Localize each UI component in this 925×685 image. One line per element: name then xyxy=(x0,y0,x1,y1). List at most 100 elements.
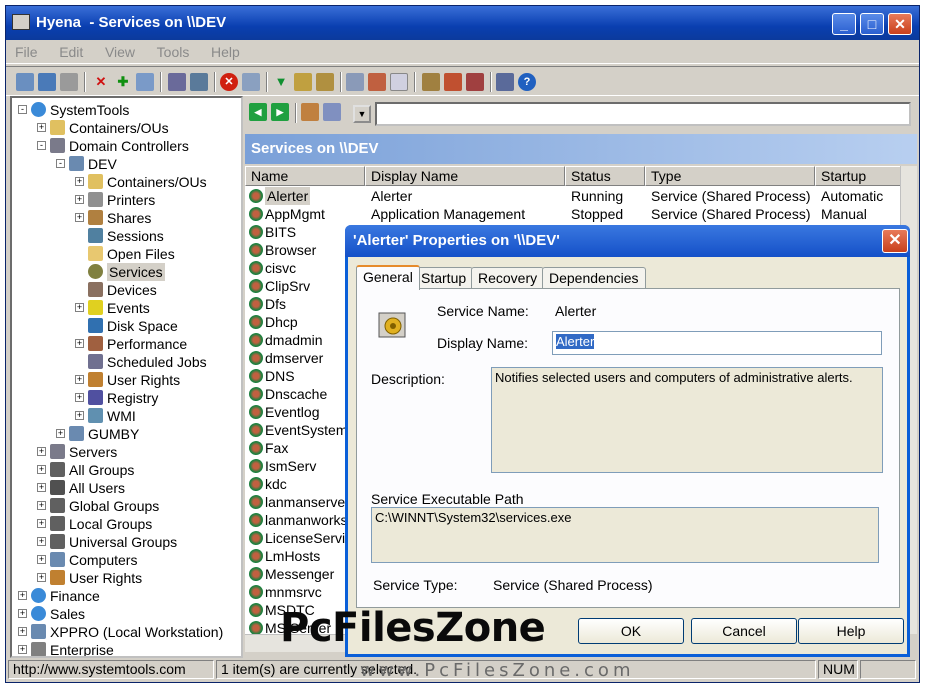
column-name[interactable]: Name xyxy=(245,166,365,186)
exe-path-field[interactable]: C:\WINNT\System32\services.exe xyxy=(371,507,879,563)
tree-node-label: Sessions xyxy=(107,228,164,244)
expand-icon[interactable]: + xyxy=(56,429,65,438)
collapse-icon[interactable]: - xyxy=(18,105,27,114)
menu-help[interactable]: Help xyxy=(202,40,249,64)
table-row[interactable]: AppMgmt Application Management Stopped Serv… xyxy=(245,205,895,223)
expand-icon[interactable]: + xyxy=(18,645,27,654)
display-name-field[interactable]: Alerter xyxy=(552,331,882,355)
import-icon[interactable] xyxy=(444,73,462,91)
tree-node-label: Containers/OUs xyxy=(107,174,207,190)
expand-icon[interactable]: + xyxy=(75,177,84,186)
collapse-icon[interactable]: - xyxy=(56,159,65,168)
expand-icon[interactable]: + xyxy=(75,393,84,402)
service-gear-icon xyxy=(249,531,263,545)
delete-icon[interactable]: ✕ xyxy=(92,73,110,91)
service-type-value: Service (Shared Process) xyxy=(493,577,653,593)
dialog-title[interactable]: 'Alerter' Properties on '\\DEV' ✕ xyxy=(345,225,910,257)
warning-icon xyxy=(88,300,103,315)
panel-title: Services on \\DEV xyxy=(245,134,917,164)
details-view-icon[interactable] xyxy=(190,73,208,91)
tree-node-label: User Rights xyxy=(107,372,181,388)
dialog-close-button[interactable]: ✕ xyxy=(882,229,908,253)
forward-icon[interactable]: ▶ xyxy=(271,103,289,121)
group-tool-icon[interactable] xyxy=(466,73,484,91)
document-icon[interactable] xyxy=(390,73,408,91)
service-gear-icon xyxy=(249,549,263,563)
expand-icon[interactable]: + xyxy=(75,339,84,348)
service-gear-icon xyxy=(249,387,263,401)
expand-icon[interactable]: + xyxy=(37,501,46,510)
general-panel: Service Name: Alerter Display Name: Aler… xyxy=(356,288,900,608)
service-gear-icon xyxy=(249,495,263,509)
help-button[interactable]: Help xyxy=(798,618,904,644)
back-icon[interactable]: ◀ xyxy=(249,103,267,121)
tab-general[interactable]: General xyxy=(356,265,420,290)
maximize-button[interactable]: □ xyxy=(860,13,884,35)
menu-tools[interactable]: Tools xyxy=(148,40,199,64)
expand-icon[interactable]: + xyxy=(37,123,46,132)
expand-icon[interactable]: + xyxy=(37,519,46,528)
expand-icon[interactable]: + xyxy=(37,483,46,492)
expand-icon[interactable]: + xyxy=(75,195,84,204)
expand-icon[interactable]: + xyxy=(75,411,84,420)
tab-dependencies[interactable]: Dependencies xyxy=(542,267,646,289)
menu-edit[interactable]: Edit xyxy=(50,40,92,64)
column-startup[interactable]: Startup xyxy=(815,166,905,186)
expand-icon[interactable]: + xyxy=(75,303,84,312)
cancel-button[interactable]: Cancel xyxy=(691,618,797,644)
collapse-icon[interactable]: - xyxy=(37,141,46,150)
menu-file[interactable]: File xyxy=(6,40,47,64)
tools-icon[interactable] xyxy=(316,73,334,91)
properties-icon[interactable] xyxy=(136,73,154,91)
columns-icon[interactable] xyxy=(323,103,341,121)
status-empty xyxy=(860,660,916,679)
export-icon[interactable] xyxy=(422,73,440,91)
tab-recovery[interactable]: Recovery xyxy=(471,267,545,289)
chevron-down-icon[interactable]: ▼ xyxy=(353,105,371,123)
users-icon[interactable] xyxy=(368,73,386,91)
expand-icon[interactable]: + xyxy=(37,447,46,456)
expand-icon[interactable]: + xyxy=(75,375,84,384)
title-bar[interactable]: Hyena - Services on \\DEV _ □ ✕ xyxy=(6,6,919,40)
tab-startup[interactable]: Startup xyxy=(414,267,474,289)
column-display-name[interactable]: Display Name xyxy=(365,166,565,186)
ok-button[interactable]: OK xyxy=(578,618,684,644)
add-icon[interactable]: ✚ xyxy=(114,73,132,91)
expand-icon[interactable]: + xyxy=(37,465,46,474)
service-name-cell: kdc xyxy=(265,476,287,492)
view-icon[interactable] xyxy=(301,103,319,121)
expand-icon[interactable]: + xyxy=(18,591,27,600)
options-icon[interactable] xyxy=(496,73,514,91)
expand-icon[interactable]: + xyxy=(37,537,46,546)
service-name-cell: mnmsrvc xyxy=(265,584,322,600)
column-type[interactable]: Type xyxy=(645,166,815,186)
table-row[interactable]: Alerter Alerter Running Service (Shared Pro… xyxy=(245,187,895,205)
find-icon[interactable] xyxy=(294,73,312,91)
help-icon[interactable]: ? xyxy=(518,73,536,91)
expand-icon[interactable]: + xyxy=(37,573,46,582)
computer-connect-icon[interactable] xyxy=(38,73,56,91)
disk-icon xyxy=(88,318,103,333)
list-view-icon[interactable] xyxy=(168,73,186,91)
filter-icon[interactable]: ▼ xyxy=(272,73,290,91)
description-field[interactable]: Notifies selected users and computers of… xyxy=(491,367,883,473)
service-gear-icon xyxy=(249,405,263,419)
expand-icon[interactable]: + xyxy=(18,609,27,618)
close-button[interactable]: ✕ xyxy=(888,13,912,35)
stop-icon[interactable]: ✕ xyxy=(220,73,238,91)
refresh-icon[interactable] xyxy=(242,73,260,91)
copy-icon[interactable] xyxy=(346,73,364,91)
expand-icon[interactable]: + xyxy=(37,555,46,564)
expand-icon[interactable]: + xyxy=(18,627,27,636)
service-gear-icon xyxy=(249,189,263,203)
service-name-cell: Dnscache xyxy=(265,386,328,402)
print-icon[interactable] xyxy=(60,73,78,91)
address-input[interactable] xyxy=(375,102,911,126)
expand-icon[interactable]: + xyxy=(75,213,84,222)
share-icon xyxy=(88,210,103,225)
column-status[interactable]: Status xyxy=(565,166,645,186)
tree-icon[interactable] xyxy=(16,73,34,91)
minimize-button[interactable]: _ xyxy=(832,13,856,35)
menu-view[interactable]: View xyxy=(96,40,144,64)
service-gear-icon xyxy=(249,585,263,599)
